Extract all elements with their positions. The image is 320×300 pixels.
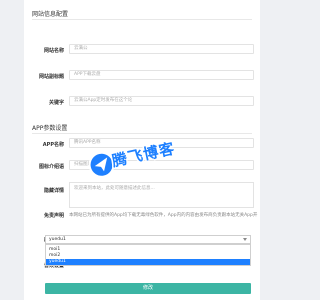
site-subtitle-input[interactable]: APP下载云盘 bbox=[69, 70, 254, 80]
save-button[interactable]: 修改 bbox=[45, 283, 251, 294]
template-dropdown: moi1 moi2 yuedu1 bbox=[45, 244, 251, 266]
site-name-label: 网站名称 bbox=[43, 48, 64, 54]
dropdown-option-selected[interactable]: yuedu1 bbox=[46, 259, 250, 265]
icon-intro-label: 图标介绍语 bbox=[38, 164, 64, 170]
template-select-value: yuedu1 bbox=[49, 237, 66, 242]
chevron-down-icon[interactable] bbox=[243, 238, 247, 241]
watermark-text: 腾飞博客 bbox=[110, 139, 177, 171]
keywords-input[interactable]: 云满公App定时发布在这个论 bbox=[69, 96, 254, 106]
keywords-label: 关键字 bbox=[48, 100, 64, 106]
disclaimer-label: 免责声明 bbox=[43, 213, 64, 219]
disclaimer-text: 本网站已为所有提供的App均下载无毒绿色软件，App内的内容由发布商负责跟本站无… bbox=[69, 213, 258, 218]
details-label: 隐藏详情 bbox=[43, 188, 64, 194]
site-section-title: 网站信息配置 bbox=[32, 11, 69, 18]
app-section-title: APP参数设置 bbox=[32, 125, 68, 132]
app-name-label: APP名称 bbox=[42, 142, 64, 148]
site-name-input[interactable]: 云满公 bbox=[69, 44, 254, 54]
section-divider bbox=[32, 133, 252, 134]
section-divider bbox=[32, 19, 252, 20]
site-subtitle-label: 网站副标题 bbox=[38, 74, 64, 80]
template-select[interactable]: yuedu1 bbox=[45, 235, 251, 244]
